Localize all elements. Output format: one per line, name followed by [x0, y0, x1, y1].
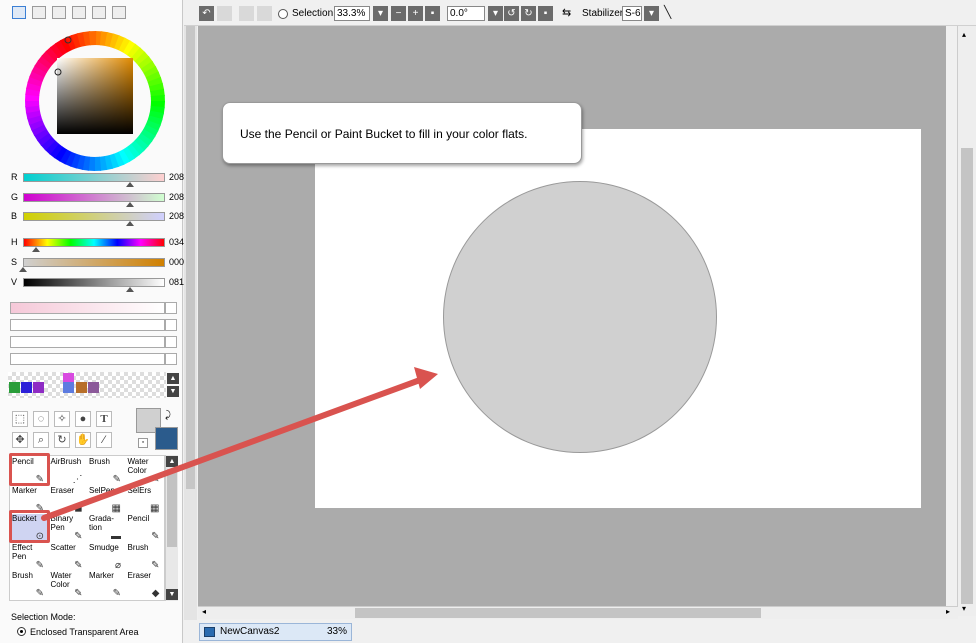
- document-tab-name: NewCanvas2: [220, 626, 280, 637]
- canvas-document-icon: [204, 627, 215, 637]
- annotation-arrow: [41, 367, 438, 521]
- canvas-horizontal-scrollbar[interactable]: ◂ ▸: [198, 606, 958, 619]
- scroll-down-icon[interactable]: ▾: [962, 604, 966, 613]
- document-tab[interactable]: NewCanvas2 33%: [199, 623, 352, 641]
- canvas-vertical-scrollbar[interactable]: ▴ ▾: [957, 26, 976, 616]
- scroll-left-icon[interactable]: ◂: [202, 607, 206, 616]
- canvas-vertical-scroll-thumb[interactable]: [961, 148, 973, 604]
- scroll-right-icon[interactable]: ▸: [946, 607, 950, 616]
- document-tab-zoom: 33%: [326, 626, 347, 637]
- scroll-up-icon[interactable]: ▴: [962, 30, 966, 39]
- canvas-horizontal-scroll-thumb[interactable]: [355, 608, 761, 618]
